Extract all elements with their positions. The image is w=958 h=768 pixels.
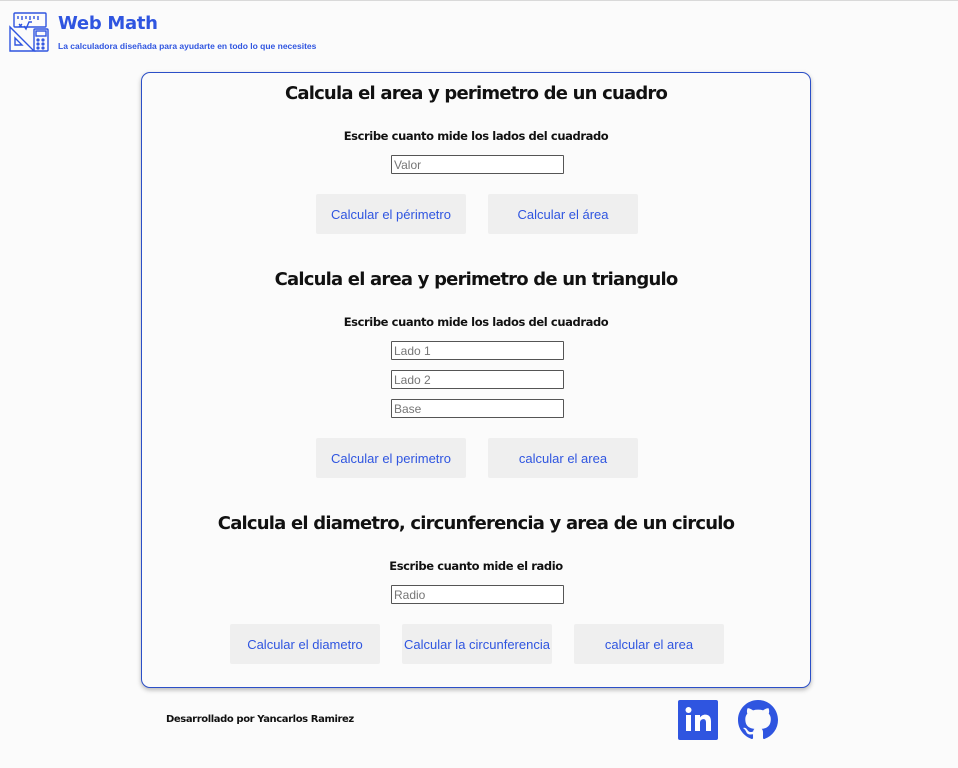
- site-subtitle: La calculadora diseñada para ayudarte en…: [58, 41, 317, 51]
- square-perimeter-button[interactable]: Calcular el périmetro: [316, 194, 466, 234]
- circle-circumference-button[interactable]: Calcular la circunferencia: [402, 624, 552, 664]
- calculator-ruler-icon: [9, 12, 49, 52]
- site-header: Web Math La calculadora diseñada para ay…: [8, 11, 316, 53]
- github-icon[interactable]: [738, 700, 778, 740]
- calculator-card: Calcula el area y perimetro de un cuadro…: [141, 72, 811, 688]
- circle-area-button[interactable]: calcular el area: [574, 624, 724, 664]
- site-title: Web Math: [58, 13, 158, 34]
- circle-radius-input[interactable]: [391, 585, 564, 604]
- triangle-base-input[interactable]: [391, 399, 564, 418]
- triangle-side2-input[interactable]: [391, 370, 564, 389]
- square-section-title: Calcula el area y perimetro de un cuadro: [284, 83, 668, 104]
- triangle-label: Escribe cuanto mide los lados del cuadra…: [343, 315, 609, 329]
- circle-label: Escribe cuanto mide el radio: [389, 559, 563, 573]
- square-area-button[interactable]: Calcular el área: [488, 194, 638, 234]
- footer-credit: Desarrollado por Yancarlos Ramirez: [166, 714, 354, 725]
- triangle-area-button[interactable]: calcular el area: [488, 438, 638, 478]
- circle-section-title: Calcula el diametro, circunferencia y ar…: [217, 513, 735, 534]
- triangle-section-title: Calcula el area y perimetro de un triang…: [274, 269, 679, 290]
- linkedin-icon[interactable]: [678, 700, 718, 740]
- triangle-perimeter-button[interactable]: Calcular el perimetro: [316, 438, 466, 478]
- triangle-side1-input[interactable]: [391, 341, 564, 360]
- square-side-input[interactable]: [391, 155, 564, 174]
- circle-diameter-button[interactable]: Calcular el diametro: [230, 624, 380, 664]
- square-label: Escribe cuanto mide los lados del cuadra…: [343, 129, 609, 143]
